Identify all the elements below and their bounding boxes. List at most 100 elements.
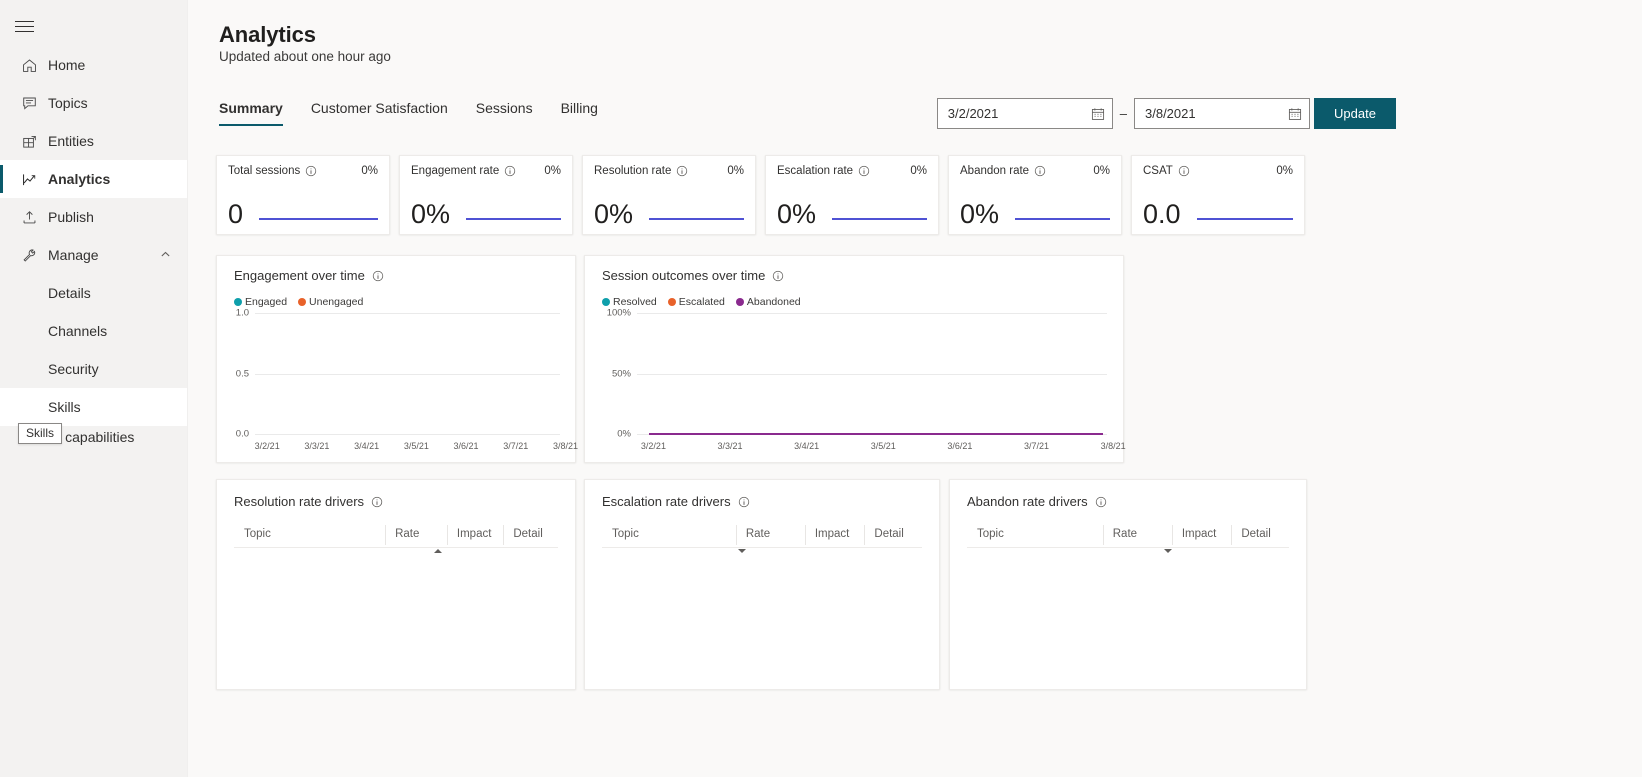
sidebar-item-home[interactable]: Home	[0, 46, 187, 84]
column-header-topic[interactable]: Topic	[967, 520, 1103, 548]
column-header-rate[interactable]: Rate	[1102, 520, 1172, 548]
kpi-card-resolution-rate[interactable]: Resolution rate 0% 0%	[582, 155, 756, 235]
drivers-table: Topic Rate Impact Detail	[602, 520, 922, 688]
x-axis-tick: 3/3/21	[304, 441, 330, 451]
legend-item-abandoned[interactable]: Abandoned	[735, 296, 801, 308]
analytics-chart-icon	[10, 171, 48, 188]
kpi-label: Escalation rate	[777, 165, 854, 177]
legend-label: Abandoned	[746, 296, 801, 308]
tab-customer-satisfaction[interactable]: Customer Satisfaction	[297, 100, 462, 126]
update-button[interactable]: Update	[1314, 98, 1396, 129]
x-axis-tick: 3/6/21	[453, 441, 479, 451]
sidebar-item-topics[interactable]: Topics	[0, 84, 187, 122]
column-header-detail[interactable]: Detail	[864, 520, 922, 548]
kpi-header: Total sessions 0%	[228, 165, 378, 177]
kpi-sparkline	[253, 208, 378, 228]
x-axis-tick: 3/3/21	[717, 441, 743, 451]
table-title-text: Escalation rate drivers	[602, 494, 731, 509]
kpi-sparkline	[643, 208, 744, 228]
legend-dot-icon	[667, 298, 676, 306]
info-icon[interactable]	[504, 165, 516, 177]
info-icon[interactable]	[1034, 165, 1046, 177]
kpi-label: Resolution rate	[594, 165, 672, 177]
info-icon[interactable]	[305, 165, 317, 177]
column-header-impact[interactable]: Impact	[1171, 520, 1232, 548]
sidebar-item-label: Skills	[48, 399, 81, 415]
info-icon[interactable]	[1178, 165, 1190, 177]
gridline	[637, 313, 1107, 314]
sort-ascending-icon[interactable]	[434, 549, 442, 553]
y-axis-tick: 1.0	[235, 307, 249, 319]
column-header-topic[interactable]: Topic	[234, 520, 385, 548]
x-axis-tick: 3/5/21	[403, 441, 429, 451]
tab-sessions[interactable]: Sessions	[462, 100, 547, 126]
start-date-field[interactable]: 3/2/2021	[936, 98, 1113, 129]
date-range-picker: 3/2/2021 – 3/8/2021	[936, 98, 1310, 129]
session-outcomes-over-time-card: Session outcomes over time Resolved Esca…	[584, 255, 1126, 463]
tab-summary[interactable]: Summary	[219, 100, 297, 126]
series-line-abandoned	[649, 433, 1103, 435]
x-axis-tick: 3/8/21	[552, 441, 578, 451]
legend-item-unengaged[interactable]: Unengaged	[298, 296, 363, 308]
x-axis-tick: 3/8/21	[1100, 441, 1126, 451]
escalation-rate-drivers-card: Escalation rate drivers Topic Rate Impac…	[584, 479, 940, 690]
kpi-card-total-sessions[interactable]: Total sessions 0% 0	[216, 155, 390, 235]
kpi-header: Escalation rate 0%	[777, 165, 927, 177]
info-icon[interactable]	[676, 165, 688, 177]
column-header-topic[interactable]: Topic	[602, 520, 736, 548]
kpi-header: Resolution rate 0%	[594, 165, 744, 177]
sidebar-item-details[interactable]: Details	[0, 274, 187, 312]
hamburger-menu-icon[interactable]	[0, 6, 48, 46]
column-header-impact[interactable]: Impact	[804, 520, 865, 548]
kpi-body: 0%	[960, 201, 1110, 228]
start-date-value: 3/2/2021	[947, 106, 999, 121]
gridline	[255, 374, 560, 375]
sidebar-item-manage[interactable]: Manage	[0, 236, 187, 274]
info-icon[interactable]	[372, 270, 384, 282]
chat-icon	[10, 95, 48, 112]
info-icon[interactable]	[738, 496, 750, 508]
column-header-detail[interactable]: Detail	[503, 520, 558, 548]
sidebar-item-publish[interactable]: Publish	[0, 198, 187, 236]
table-title-text: Abandon rate drivers	[967, 494, 1088, 509]
kpi-delta: 0%	[910, 165, 927, 177]
kpi-card-engagement-rate[interactable]: Engagement rate 0% 0%	[399, 155, 573, 235]
kpi-card-csat[interactable]: CSAT 0% 0.0	[1131, 155, 1305, 235]
legend-item-resolved[interactable]: Resolved	[602, 296, 657, 308]
sidebar-item-label: Security	[48, 361, 99, 377]
kpi-sparkline	[460, 208, 561, 228]
info-icon[interactable]	[772, 270, 784, 282]
left-sidebar: Home Topics Entities Analytics Publish M…	[0, 0, 188, 777]
table-title: Resolution rate drivers	[234, 494, 383, 509]
end-date-field[interactable]: 3/8/2021	[1134, 98, 1310, 129]
calendar-icon[interactable]	[1091, 107, 1105, 121]
sort-descending-icon[interactable]	[738, 549, 746, 553]
legend-item-engaged[interactable]: Engaged	[234, 296, 287, 308]
legend-dot-icon	[298, 298, 307, 306]
column-header-rate[interactable]: Rate	[735, 520, 805, 548]
column-header-impact[interactable]: Impact	[446, 520, 503, 548]
sort-descending-icon[interactable]	[1164, 549, 1172, 553]
sidebar-item-channels[interactable]: Channels	[0, 312, 187, 350]
info-icon[interactable]	[1095, 496, 1107, 508]
column-header-detail[interactable]: Detail	[1231, 520, 1289, 548]
abandon-rate-drivers-card: Abandon rate drivers Topic Rate Impact D…	[949, 479, 1307, 690]
sidebar-item-label: Entities	[48, 133, 94, 149]
kpi-value: 0%	[777, 199, 817, 229]
kpi-delta: 0%	[1093, 165, 1110, 177]
column-header-rate[interactable]: Rate	[385, 520, 447, 548]
calendar-icon[interactable]	[1288, 107, 1302, 121]
chevron-up-icon[interactable]	[160, 247, 171, 263]
kpi-card-escalation-rate[interactable]: Escalation rate 0% 0%	[765, 155, 939, 235]
sidebar-item-security[interactable]: Security	[0, 350, 187, 388]
kpi-delta: 0%	[544, 165, 561, 177]
kpi-sparkline	[1009, 208, 1110, 228]
legend-item-escalated[interactable]: Escalated	[667, 296, 725, 308]
kpi-card-abandon-rate[interactable]: Abandon rate 0% 0%	[948, 155, 1122, 235]
info-icon[interactable]	[371, 496, 383, 508]
tab-billing[interactable]: Billing	[547, 100, 612, 126]
sidebar-item-entities[interactable]: Entities	[0, 122, 187, 160]
info-icon[interactable]	[858, 165, 870, 177]
chart-title: Engagement over time	[234, 268, 384, 283]
sidebar-item-analytics[interactable]: Analytics	[0, 160, 187, 198]
